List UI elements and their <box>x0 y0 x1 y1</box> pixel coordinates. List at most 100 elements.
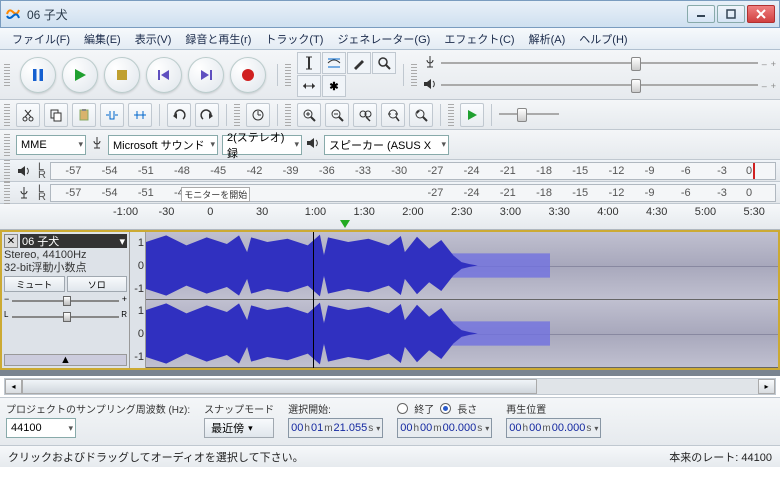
zoom-toggle-button[interactable] <box>409 103 433 127</box>
status-bar: クリックおよびドラッグしてオーディオを選択して下さい。 本来のレート: 4410… <box>0 445 780 467</box>
ruler-tick: 1:30 <box>354 206 375 218</box>
toolbar-grip[interactable] <box>4 182 10 204</box>
track-name-dropdown[interactable]: 06 子犬▾ <box>20 234 127 248</box>
selection-length-time[interactable]: 00h 00m 00.000s ▾ <box>397 418 492 438</box>
audio-host-dropdown[interactable]: MME▾ <box>16 135 86 155</box>
track-pan-slider[interactable]: L R <box>4 310 127 324</box>
paste-button[interactable] <box>72 103 96 127</box>
menu-help[interactable]: ヘルプ(H) <box>573 29 633 49</box>
recording-meter-toolbar: LR -57-54-51-48-45-27-24-21-18-15-12-9-6… <box>0 182 780 204</box>
redo-button[interactable] <box>195 103 219 127</box>
selection-length-radio[interactable] <box>440 403 451 414</box>
stop-button[interactable] <box>104 57 140 93</box>
audio-position-time[interactable]: 00h 00m 00.000s ▾ <box>506 418 601 438</box>
sync-lock-button[interactable] <box>246 103 270 127</box>
timeshift-tool[interactable] <box>297 75 321 97</box>
track-close-button[interactable]: ✕ <box>4 234 18 248</box>
zoom-tool[interactable] <box>372 52 396 74</box>
playback-meter[interactable]: -57-54-51-48-45-42-39-36-33-30-27-24-21-… <box>50 162 776 180</box>
scrollbar-thumb[interactable] <box>22 379 537 394</box>
toolbar-grip[interactable] <box>4 64 10 86</box>
record-button[interactable] <box>230 57 266 93</box>
timeline-ruler[interactable]: -1:00 -30 0 30 1:00 1:30 2:00 2:30 3:00 … <box>0 204 780 230</box>
snap-mode-dropdown[interactable]: 最近傍▾ <box>204 418 274 438</box>
menu-edit[interactable]: 編集(E) <box>78 29 127 49</box>
play-vol-minus: – <box>762 81 767 91</box>
zoom-in-button[interactable] <box>297 103 321 127</box>
ruler-tick: 5:30 <box>744 206 765 218</box>
close-button[interactable] <box>747 5 775 23</box>
fit-project-button[interactable] <box>381 103 405 127</box>
toolbar-grip[interactable] <box>448 104 454 126</box>
toolbar-grip[interactable] <box>285 64 291 86</box>
speaker-icon <box>306 136 320 153</box>
play-button[interactable] <box>62 57 98 93</box>
menu-analyze[interactable]: 解析(A) <box>523 29 572 49</box>
toolbar-grip[interactable] <box>4 134 10 156</box>
skip-end-button[interactable] <box>188 57 224 93</box>
mic-icon <box>14 186 34 200</box>
transport-toolbar: ✱ – + – + <box>0 50 780 100</box>
menu-tracks[interactable]: トラック(T) <box>259 29 329 49</box>
draw-tool[interactable] <box>347 52 371 74</box>
playhead-marker[interactable] <box>340 220 350 228</box>
maximize-button[interactable] <box>717 5 745 23</box>
mute-button[interactable]: ミュート <box>4 276 65 292</box>
track-area: ✕ 06 子犬▾ Stereo, 44100Hz 32-bit浮動小数点 ミュー… <box>0 230 780 370</box>
recording-volume-slider[interactable] <box>441 55 758 73</box>
recording-channels-dropdown[interactable]: 2(ステレオ)録▾ <box>222 135 302 155</box>
play-at-speed-button[interactable] <box>460 103 484 127</box>
selection-end-label: 終了 <box>414 401 434 416</box>
envelope-tool[interactable] <box>322 52 346 74</box>
waveform-display[interactable] <box>146 232 778 368</box>
toolbar-grip[interactable] <box>4 160 10 182</box>
mic-icon <box>423 55 437 72</box>
menu-effect[interactable]: エフェクト(C) <box>438 29 520 49</box>
trim-button[interactable] <box>100 103 124 127</box>
selection-toolbar: プロジェクトのサンプリング周波数 (Hz): 44100▾ スナップモード 最近… <box>0 397 780 445</box>
status-message: クリックおよびドラッグしてオーディオを選択して下さい。 <box>8 449 304 465</box>
menu-transport[interactable]: 録音と再生(r) <box>179 29 257 49</box>
toolbar-grip[interactable] <box>234 104 240 126</box>
minimize-button[interactable] <box>687 5 715 23</box>
start-monitoring-label[interactable]: モニターを開始 <box>181 187 250 202</box>
toolbar-grip[interactable] <box>4 104 10 126</box>
selection-tool[interactable] <box>297 52 321 74</box>
pause-button[interactable] <box>20 57 56 93</box>
playback-speed-slider[interactable] <box>499 106 559 124</box>
recording-device-dropdown[interactable]: Microsoft サウンド▾ <box>108 135 218 155</box>
horizontal-scrollbar[interactable]: ◂ ▸ <box>4 378 776 395</box>
selection-length-label: 長さ <box>457 401 477 416</box>
selection-end-radio[interactable] <box>397 403 408 414</box>
menu-bar: ファイル(F) 編集(E) 表示(V) 録音と再生(r) トラック(T) ジェネ… <box>0 28 780 50</box>
scroll-right-button[interactable]: ▸ <box>758 379 775 394</box>
silence-button[interactable] <box>128 103 152 127</box>
recording-meter[interactable]: -57-54-51-48-45-27-24-21-18-15-12-9-6-30… <box>50 184 776 202</box>
menu-generate[interactable]: ジェネレーター(G) <box>331 29 436 49</box>
tools-toolbar: ✱ <box>297 52 396 97</box>
playback-volume-slider[interactable] <box>441 77 758 95</box>
menu-view[interactable]: 表示(V) <box>129 29 178 49</box>
scroll-left-button[interactable]: ◂ <box>5 379 22 394</box>
toolbar-grip[interactable] <box>411 64 417 86</box>
playback-device-dropdown[interactable]: スピーカー (ASUS X▾ <box>324 135 449 155</box>
cut-button[interactable] <box>16 103 40 127</box>
menu-file[interactable]: ファイル(F) <box>6 29 76 49</box>
selection-start-time[interactable]: 00h 01m 21.055s ▾ <box>288 418 383 438</box>
ruler-tick: 4:30 <box>646 206 667 218</box>
track-collapse-button[interactable]: ▲ <box>4 354 127 366</box>
ruler-tick: 2:30 <box>451 206 472 218</box>
play-vol-plus: + <box>771 81 776 91</box>
project-rate-dropdown[interactable]: 44100▾ <box>6 418 76 438</box>
track-gain-slider[interactable]: − + <box>4 294 127 308</box>
copy-button[interactable] <box>44 103 68 127</box>
speaker-icon <box>423 77 437 94</box>
skip-start-button[interactable] <box>146 57 182 93</box>
solo-button[interactable]: ソロ <box>67 276 128 292</box>
toolbar-grip[interactable] <box>285 104 291 126</box>
zoom-out-button[interactable] <box>325 103 349 127</box>
fit-selection-button[interactable] <box>353 103 377 127</box>
undo-button[interactable] <box>167 103 191 127</box>
multi-tool[interactable]: ✱ <box>322 75 346 97</box>
project-rate-label: プロジェクトのサンプリング周波数 (Hz): <box>6 401 190 416</box>
